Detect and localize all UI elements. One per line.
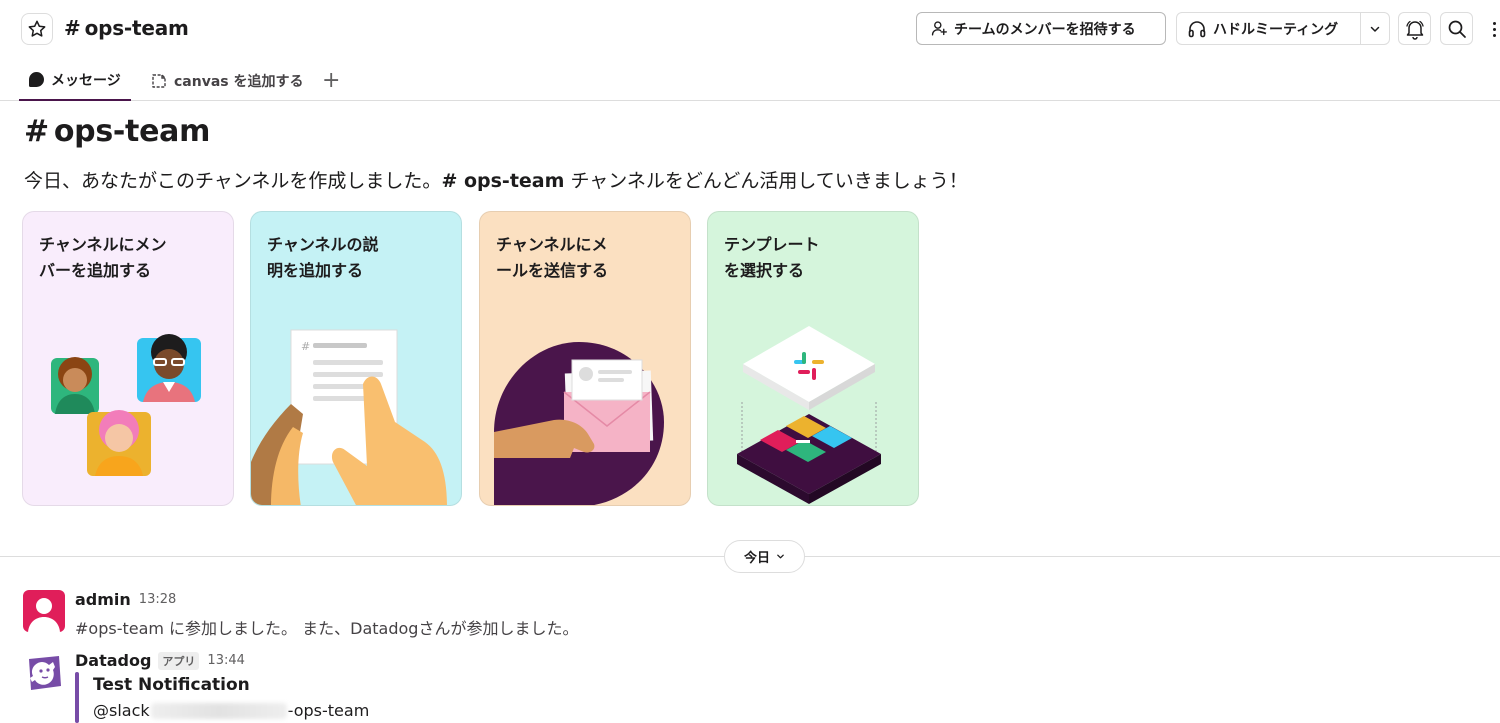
hash-icon: # [64, 16, 81, 40]
people-illustration [51, 334, 201, 476]
search-button[interactable] [1440, 12, 1473, 45]
templates-illustration [737, 326, 881, 504]
select-template-card[interactable]: テンプレート を選択する [707, 211, 919, 506]
chevron-down-icon [777, 554, 784, 559]
add-description-card[interactable]: チャンネルの説 明を追加する # [250, 211, 462, 506]
datadog-logo-icon [29, 656, 61, 690]
svg-text:#: # [301, 340, 310, 353]
sender-name[interactable]: Datadog [75, 651, 151, 670]
envelope-illustration [494, 342, 664, 505]
message-timestamp[interactable]: 13:28 [139, 592, 176, 607]
more-options-button[interactable] [1488, 14, 1500, 44]
avatar[interactable] [23, 651, 65, 693]
invite-members-button[interactable]: チームのメンバーを招待する [916, 12, 1166, 45]
chevron-down-icon [1370, 26, 1380, 32]
message-text: #ops-team に参加しました。 また、Datadogさんが参加しました。 [75, 619, 579, 638]
send-email-card[interactable]: チャンネルにメ ールを送信する [479, 211, 691, 506]
date-jump-button[interactable]: 今日 [724, 540, 805, 573]
invite-members-label: チームのメンバーを招待する [954, 21, 1136, 38]
plus-icon: + [322, 68, 341, 93]
more-dot-icon [1492, 33, 1496, 37]
message-timestamp[interactable]: 13:44 [207, 653, 244, 668]
avatar[interactable] [23, 590, 65, 632]
notifications-button[interactable] [1398, 12, 1431, 45]
bell-icon [1405, 20, 1424, 40]
intro-channel-link[interactable]: # ops-team [441, 170, 564, 192]
hash-icon: # [24, 114, 49, 149]
canvas-icon [152, 73, 166, 88]
add-person-icon [931, 21, 947, 36]
message-header: Datadog アプリ 13:44 [75, 651, 245, 670]
huddle-label: ハドルミーティング [1213, 21, 1339, 38]
add-members-card[interactable]: チャンネルにメン バーを追加する [22, 211, 234, 506]
attachment-title: Test Notification [93, 675, 250, 695]
search-icon [1448, 20, 1466, 38]
date-label: 今日 [743, 551, 770, 566]
intro-desc-suffix: チャンネルをどんどん活用していきましょう！ [564, 170, 968, 192]
star-channel-button[interactable] [21, 13, 53, 45]
sender-name[interactable]: admin [75, 590, 131, 609]
channel-name: ops-team [84, 16, 189, 40]
app-badge: アプリ [158, 651, 200, 670]
redacted-text [150, 702, 287, 719]
card-title: チャンネルにメ ールを送信する [496, 235, 609, 280]
channel-intro-title: # ops-team [24, 114, 210, 149]
add-tab-button[interactable]: + [322, 60, 340, 101]
intro-desc-prefix: 今日、あなたがこのチャンネルを作成しました。 [24, 170, 442, 192]
channel-name-button[interactable]: # ops-team [64, 16, 189, 40]
attachment-bar [75, 672, 79, 723]
more-dot-icon [1492, 27, 1496, 31]
card-title: チャンネルにメン バーを追加する [39, 235, 167, 280]
more-dot-icon [1492, 21, 1496, 25]
channel-tabs: メッセージ canvas を追加する + [0, 60, 1500, 101]
tab-add-canvas[interactable]: canvas を追加する [150, 60, 304, 101]
card-title: チャンネルの説 明を追加する [267, 235, 379, 280]
tab-messages-label: メッセージ [51, 72, 121, 89]
card-title: テンプレート を選択する [724, 235, 820, 280]
tab-add-canvas-label: canvas を追加する [174, 73, 304, 90]
star-icon [28, 20, 46, 37]
user-avatar-icon [28, 598, 60, 632]
huddle-button[interactable]: ハドルミーティング [1177, 13, 1361, 44]
channel-header: # ops-team チームのメンバーを招待する ハドルミーティング [0, 0, 1500, 60]
mention-prefix: @slack [93, 701, 150, 720]
huddle-control: ハドルミーティング [1176, 12, 1390, 45]
message-header: admin 13:28 [75, 590, 176, 609]
message-bubble-icon [29, 72, 44, 87]
tab-messages[interactable]: メッセージ [19, 60, 131, 101]
document-illustration: # [251, 329, 447, 505]
attachment-body: @slack -ops-team [93, 701, 369, 720]
channel-intro-description: 今日、あなたがこのチャンネルを作成しました。# ops-team チャンネルをど… [24, 166, 968, 193]
mention-suffix: -ops-team [287, 701, 370, 720]
headphones-icon [1188, 20, 1206, 37]
channel-intro-name: ops-team [53, 114, 211, 149]
huddle-options-button[interactable] [1361, 13, 1389, 44]
